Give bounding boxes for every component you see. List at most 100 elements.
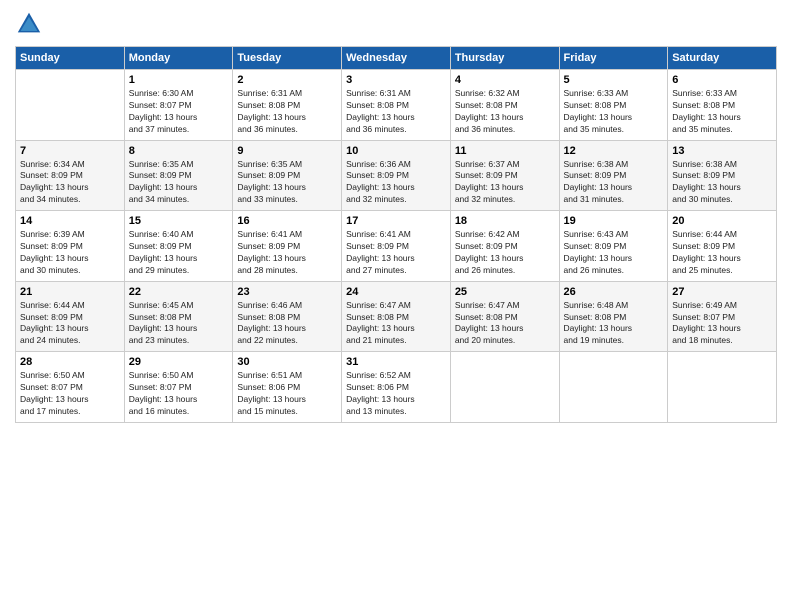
day-cell (16, 70, 125, 141)
day-number: 13 (672, 145, 772, 157)
day-info: Sunrise: 6:39 AMSunset: 8:09 PMDaylight:… (20, 229, 120, 277)
day-number: 22 (129, 286, 229, 298)
day-number: 12 (564, 145, 664, 157)
day-cell: 2 Sunrise: 6:31 AMSunset: 8:08 PMDaylight… (233, 70, 342, 141)
day-cell: 20 Sunrise: 6:44 AMSunset: 8:09 PMDayligh… (668, 211, 777, 282)
day-cell: 28 Sunrise: 6:50 AMSunset: 8:07 PMDayligh… (16, 352, 125, 423)
header-cell-monday: Monday (124, 47, 233, 70)
day-cell: 31 Sunrise: 6:52 AMSunset: 8:06 PMDayligh… (342, 352, 451, 423)
day-number: 14 (20, 215, 120, 227)
day-number: 1 (129, 74, 229, 86)
day-number: 10 (346, 145, 446, 157)
day-cell: 8 Sunrise: 6:35 AMSunset: 8:09 PMDaylight… (124, 140, 233, 211)
day-number: 15 (129, 215, 229, 227)
day-cell: 13 Sunrise: 6:38 AMSunset: 8:09 PMDayligh… (668, 140, 777, 211)
day-number: 28 (20, 356, 120, 368)
day-cell: 27Sunrise: 6:49 AMSunset: 8:07 PMDayligh… (668, 281, 777, 352)
day-info: Sunrise: 6:48 AMSunset: 8:08 PMDaylight:… (564, 300, 664, 348)
header-cell-sunday: Sunday (16, 47, 125, 70)
day-number: 24 (346, 286, 446, 298)
day-number: 26 (564, 286, 664, 298)
day-number: 3 (346, 74, 446, 86)
day-info: Sunrise: 6:45 AMSunset: 8:08 PMDaylight:… (129, 300, 229, 348)
calendar-table: SundayMondayTuesdayWednesdayThursdayFrid… (15, 46, 777, 423)
day-number: 19 (564, 215, 664, 227)
calendar-body: 1 Sunrise: 6:30 AMSunset: 8:07 PMDaylight… (16, 70, 777, 423)
day-info: Sunrise: 6:43 AMSunset: 8:09 PMDaylight:… (564, 229, 664, 277)
calendar-page: SundayMondayTuesdayWednesdayThursdayFrid… (0, 0, 792, 612)
day-number: 6 (672, 74, 772, 86)
day-info: Sunrise: 6:30 AMSunset: 8:07 PMDaylight:… (129, 88, 229, 136)
day-cell: 11 Sunrise: 6:37 AMSunset: 8:09 PMDayligh… (450, 140, 559, 211)
day-info: Sunrise: 6:41 AMSunset: 8:09 PMDaylight:… (346, 229, 446, 277)
day-info: Sunrise: 6:31 AMSunset: 8:08 PMDaylight:… (237, 88, 337, 136)
day-cell: 24 Sunrise: 6:47 AMSunset: 8:08 PMDayligh… (342, 281, 451, 352)
day-number: 17 (346, 215, 446, 227)
header-cell-saturday: Saturday (668, 47, 777, 70)
day-cell: 10 Sunrise: 6:36 AMSunset: 8:09 PMDayligh… (342, 140, 451, 211)
day-info: Sunrise: 6:50 AMSunset: 8:07 PMDaylight:… (20, 370, 120, 418)
day-number: 21 (20, 286, 120, 298)
day-info: Sunrise: 6:44 AMSunset: 8:09 PMDaylight:… (20, 300, 120, 348)
day-info: Sunrise: 6:37 AMSunset: 8:09 PMDaylight:… (455, 159, 555, 207)
day-cell: 4 Sunrise: 6:32 AMSunset: 8:08 PMDaylight… (450, 70, 559, 141)
day-info: Sunrise: 6:50 AMSunset: 8:07 PMDaylight:… (129, 370, 229, 418)
day-cell: 6 Sunrise: 6:33 AMSunset: 8:08 PMDaylight… (668, 70, 777, 141)
day-info: Sunrise: 6:46 AMSunset: 8:08 PMDaylight:… (237, 300, 337, 348)
day-info: Sunrise: 6:47 AMSunset: 8:08 PMDaylight:… (346, 300, 446, 348)
day-number: 27 (672, 286, 772, 298)
day-cell: 12 Sunrise: 6:38 AMSunset: 8:09 PMDayligh… (559, 140, 668, 211)
day-info: Sunrise: 6:33 AMSunset: 8:08 PMDaylight:… (672, 88, 772, 136)
logo-icon (15, 10, 43, 38)
day-cell: 9 Sunrise: 6:35 AMSunset: 8:09 PMDaylight… (233, 140, 342, 211)
day-info: Sunrise: 6:36 AMSunset: 8:09 PMDaylight:… (346, 159, 446, 207)
week-row-5: 28 Sunrise: 6:50 AMSunset: 8:07 PMDayligh… (16, 352, 777, 423)
day-cell: 1 Sunrise: 6:30 AMSunset: 8:07 PMDaylight… (124, 70, 233, 141)
day-cell (450, 352, 559, 423)
day-cell: 23 Sunrise: 6:46 AMSunset: 8:08 PMDayligh… (233, 281, 342, 352)
day-number: 11 (455, 145, 555, 157)
day-cell: 30 Sunrise: 6:51 AMSunset: 8:06 PMDayligh… (233, 352, 342, 423)
week-row-1: 1 Sunrise: 6:30 AMSunset: 8:07 PMDaylight… (16, 70, 777, 141)
day-cell: 25Sunrise: 6:47 AMSunset: 8:08 PMDayligh… (450, 281, 559, 352)
day-number: 4 (455, 74, 555, 86)
day-info: Sunrise: 6:38 AMSunset: 8:09 PMDaylight:… (564, 159, 664, 207)
day-cell: 17 Sunrise: 6:41 AMSunset: 8:09 PMDayligh… (342, 211, 451, 282)
header-row: SundayMondayTuesdayWednesdayThursdayFrid… (16, 47, 777, 70)
calendar-header: SundayMondayTuesdayWednesdayThursdayFrid… (16, 47, 777, 70)
day-number: 9 (237, 145, 337, 157)
day-info: Sunrise: 6:34 AMSunset: 8:09 PMDaylight:… (20, 159, 120, 207)
day-cell: 3Sunrise: 6:31 AMSunset: 8:08 PMDaylight… (342, 70, 451, 141)
day-number: 8 (129, 145, 229, 157)
day-cell: 15 Sunrise: 6:40 AMSunset: 8:09 PMDayligh… (124, 211, 233, 282)
day-info: Sunrise: 6:40 AMSunset: 8:09 PMDaylight:… (129, 229, 229, 277)
day-cell: 18 Sunrise: 6:42 AMSunset: 8:09 PMDayligh… (450, 211, 559, 282)
day-info: Sunrise: 6:44 AMSunset: 8:09 PMDaylight:… (672, 229, 772, 277)
day-info: Sunrise: 6:42 AMSunset: 8:09 PMDaylight:… (455, 229, 555, 277)
day-cell: 19 Sunrise: 6:43 AMSunset: 8:09 PMDayligh… (559, 211, 668, 282)
day-number: 31 (346, 356, 446, 368)
day-number: 30 (237, 356, 337, 368)
day-info: Sunrise: 6:35 AMSunset: 8:09 PMDaylight:… (237, 159, 337, 207)
day-info: Sunrise: 6:51 AMSunset: 8:06 PMDaylight:… (237, 370, 337, 418)
day-number: 18 (455, 215, 555, 227)
day-info: Sunrise: 6:38 AMSunset: 8:09 PMDaylight:… (672, 159, 772, 207)
day-info: Sunrise: 6:35 AMSunset: 8:09 PMDaylight:… (129, 159, 229, 207)
day-cell: 26 Sunrise: 6:48 AMSunset: 8:08 PMDayligh… (559, 281, 668, 352)
day-number: 5 (564, 74, 664, 86)
header-cell-thursday: Thursday (450, 47, 559, 70)
day-number: 2 (237, 74, 337, 86)
week-row-3: 14 Sunrise: 6:39 AMSunset: 8:09 PMDayligh… (16, 211, 777, 282)
day-cell: 22 Sunrise: 6:45 AMSunset: 8:08 PMDayligh… (124, 281, 233, 352)
week-row-2: 7Sunrise: 6:34 AMSunset: 8:09 PMDaylight… (16, 140, 777, 211)
day-cell: 5Sunrise: 6:33 AMSunset: 8:08 PMDaylight… (559, 70, 668, 141)
day-info: Sunrise: 6:32 AMSunset: 8:08 PMDaylight:… (455, 88, 555, 136)
day-number: 20 (672, 215, 772, 227)
day-info: Sunrise: 6:52 AMSunset: 8:06 PMDaylight:… (346, 370, 446, 418)
logo (15, 10, 47, 38)
day-cell: 29Sunrise: 6:50 AMSunset: 8:07 PMDayligh… (124, 352, 233, 423)
day-cell: 7Sunrise: 6:34 AMSunset: 8:09 PMDaylight… (16, 140, 125, 211)
header (15, 10, 777, 38)
day-info: Sunrise: 6:41 AMSunset: 8:09 PMDaylight:… (237, 229, 337, 277)
day-number: 23 (237, 286, 337, 298)
